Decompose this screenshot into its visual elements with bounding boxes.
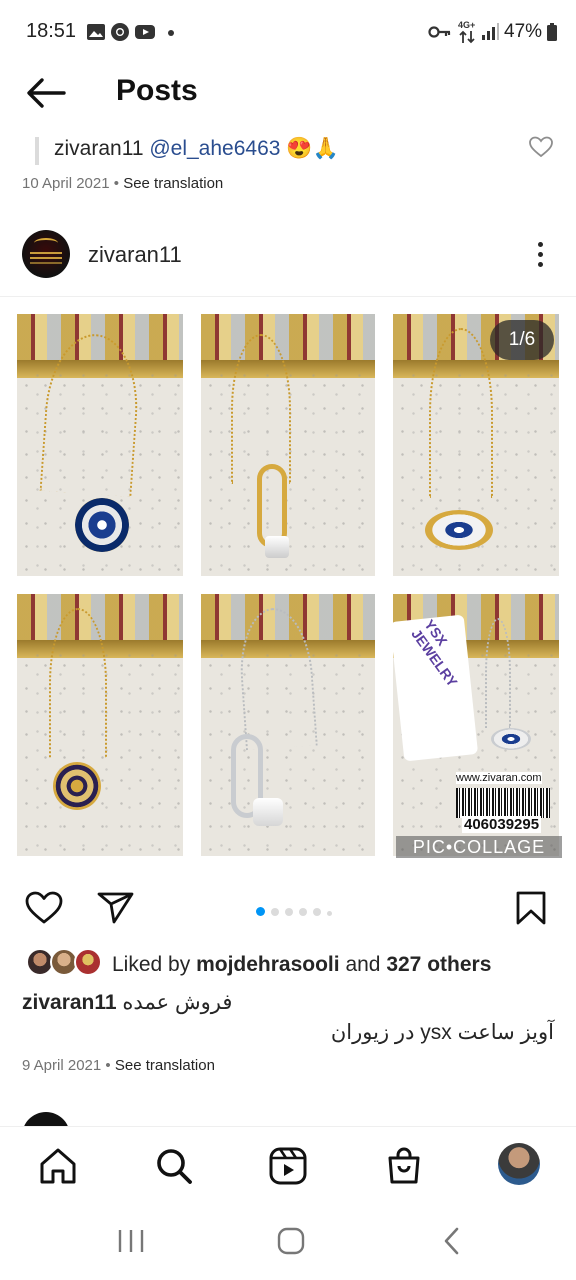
brand-tag: YSX JEWELRY	[393, 614, 479, 762]
meta-separator: •	[105, 1057, 111, 1074]
gallery-icon	[87, 24, 105, 40]
battery-percent: 47%	[504, 21, 543, 42]
evil-eye-pendant	[75, 498, 129, 552]
comment-mention-link[interactable]: @el_ahe6463	[149, 137, 280, 160]
carousel-dot	[313, 908, 321, 916]
collage-tile-5	[201, 594, 375, 856]
share-send-icon[interactable]	[96, 890, 136, 926]
carousel-dot	[256, 907, 265, 916]
comment-like-heart-icon[interactable]	[528, 135, 554, 159]
post-see-translation-link[interactable]: See translation	[115, 1057, 215, 1074]
system-back-icon[interactable]	[438, 1226, 468, 1256]
comment-meta: 10 April 2021 • See translation	[22, 175, 223, 192]
carousel-dot	[271, 908, 279, 916]
likes-summary[interactable]: Liked by mojdehrasooli and 327 others	[112, 953, 491, 977]
signal-icon	[482, 23, 499, 40]
meta-separator: •	[113, 175, 120, 192]
collage-tile-4	[17, 594, 183, 856]
data-arrows-icon	[459, 30, 475, 44]
chrome-icon	[111, 23, 129, 41]
barcode-number: 406039295	[462, 816, 542, 833]
likes-middle: and	[345, 953, 381, 976]
reels-icon[interactable]	[268, 1146, 308, 1186]
comment-text: zivaran11 @el_ahe6463 😍🙏	[54, 137, 339, 161]
post-username[interactable]: zivaran11	[88, 242, 182, 268]
key-icon	[428, 26, 451, 38]
evil-eye-lashes-pendant	[425, 510, 493, 550]
collage-watermark: PIC•COLLAGE	[396, 836, 562, 858]
system-home-icon[interactable]	[276, 1226, 306, 1256]
comment-date: 10 April 2021	[22, 175, 110, 192]
youtube-icon	[135, 25, 155, 39]
carousel-counter: 1/6	[490, 320, 554, 360]
carousel-dot	[327, 911, 332, 916]
search-icon[interactable]	[154, 1146, 194, 1186]
divider	[0, 296, 576, 297]
collage-tile-1	[17, 314, 183, 576]
like-heart-icon[interactable]	[24, 890, 64, 926]
carousel-dot	[285, 908, 293, 916]
shop-icon[interactable]	[384, 1146, 424, 1186]
post-image-carousel[interactable]: YSX JEWELRY	[0, 300, 576, 870]
likes-user[interactable]: mojdehrasooli	[196, 953, 340, 976]
carousel-dots	[256, 903, 338, 921]
post-date: 9 April 2021	[22, 1057, 102, 1074]
post-meta: 9 April 2021 • See translation	[22, 1057, 215, 1074]
page-title: Posts	[116, 74, 198, 107]
comment-author[interactable]: zivaran11	[54, 137, 144, 160]
comment-emoji: 😍🙏	[286, 137, 339, 160]
likes-prefix: Liked by	[112, 953, 191, 976]
comment-quote-bar	[35, 137, 39, 165]
caption-line-1: فروش عمده	[122, 991, 233, 1014]
home-icon[interactable]	[38, 1146, 78, 1186]
network-type: 4G+	[458, 20, 476, 30]
barcode	[456, 788, 550, 818]
caption-author[interactable]: zivaran11	[22, 991, 117, 1014]
tag-website: www.zivaran.com	[456, 772, 542, 784]
dot-icon	[168, 30, 174, 36]
post-avatar[interactable]	[22, 230, 70, 278]
round-pattern-pendant	[53, 762, 101, 810]
comment-see-translation-link[interactable]: See translation	[123, 175, 223, 192]
more-options-icon[interactable]	[534, 242, 546, 270]
collage-tile-2	[201, 314, 375, 576]
save-bookmark-icon[interactable]	[514, 890, 548, 926]
profile-avatar[interactable]	[498, 1143, 540, 1185]
likes-others[interactable]: 327 others	[386, 953, 491, 976]
carousel-dot	[299, 908, 307, 916]
recent-apps-icon[interactable]	[116, 1226, 146, 1256]
caption-line-2: آویز ساعت ysx در زیوران	[330, 1021, 554, 1044]
back-arrow-icon[interactable]	[24, 76, 68, 110]
liker-avatar[interactable]	[74, 948, 102, 976]
status-time: 18:51	[26, 20, 77, 42]
battery-icon	[547, 23, 557, 41]
caption: zivaran11 فروش عمده	[22, 990, 232, 1015]
